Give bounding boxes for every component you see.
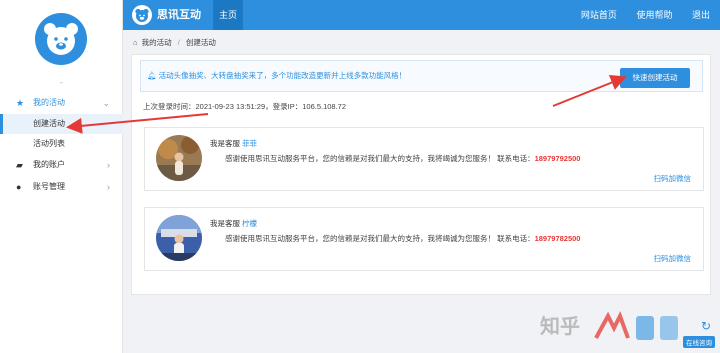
arrow-to-quick-create	[552, 75, 627, 107]
arrow-to-create-activity	[66, 113, 209, 134]
watermark-text: 知乎	[540, 316, 580, 338]
annotation-arrows	[66, 75, 627, 134]
refresh-icon[interactable]: ↻	[698, 318, 714, 334]
online-consult-button[interactable]: 在线咨询	[683, 336, 715, 348]
